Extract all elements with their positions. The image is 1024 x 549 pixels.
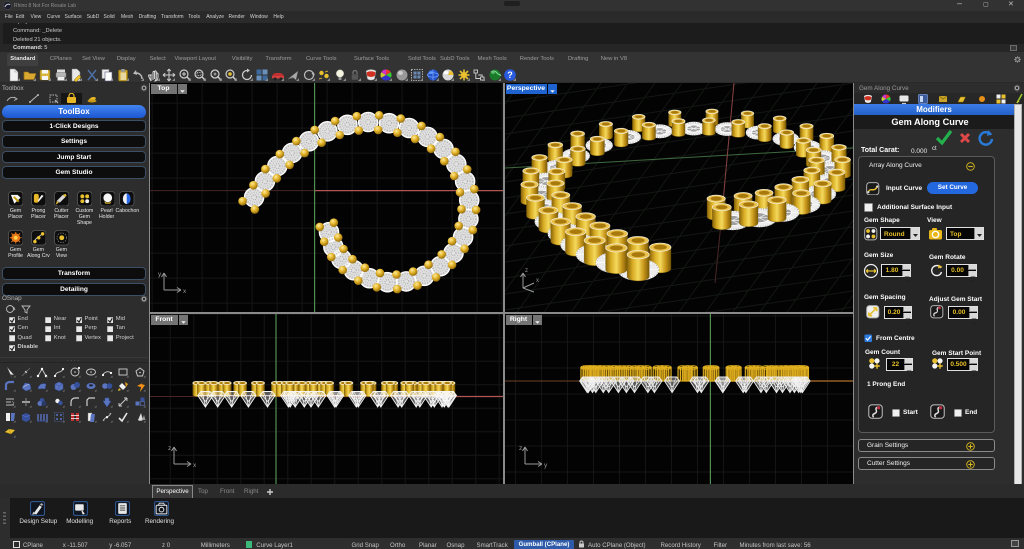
svg-text:?: ? (507, 70, 513, 80)
svg-text:x: x (536, 278, 539, 284)
svg-text:z: z (525, 268, 528, 274)
svg-text:x: x (183, 288, 187, 295)
svg-text:y: y (544, 462, 548, 469)
svg-text:z: z (168, 445, 171, 452)
svg-text:z: z (519, 445, 522, 452)
svg-text:x: x (193, 462, 197, 469)
svg-text:y: y (158, 271, 162, 278)
